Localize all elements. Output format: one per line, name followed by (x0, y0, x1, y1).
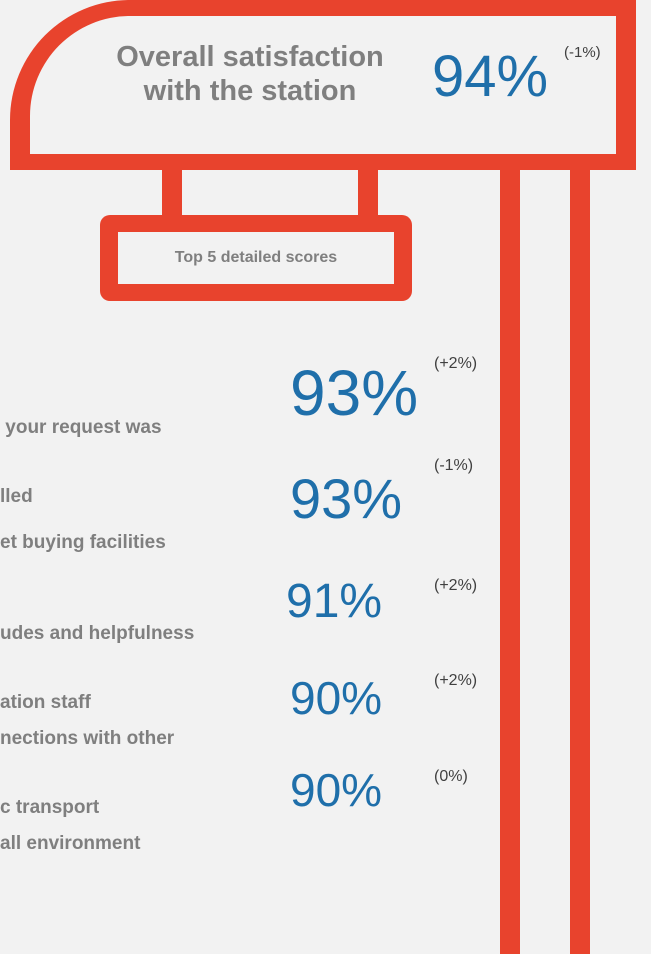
score-5-label: all environment (0, 833, 141, 854)
overall-satisfaction-value: 94% (432, 44, 549, 109)
overall-label-line1: Overall satisfaction (116, 41, 384, 73)
score-3-change: (+2%) (434, 577, 478, 594)
top-scores-title: Top 5 detailed scores (174, 249, 338, 266)
sign-pole-left (500, 160, 520, 954)
overall-label-line2: with the station (143, 75, 357, 107)
score-1-change: (+2%) (434, 355, 478, 372)
score-3-value: 91% (286, 575, 383, 628)
score-5-change: (0%) (434, 768, 468, 785)
score-2-value: 93% (290, 467, 403, 530)
sign-hanger-right (358, 160, 378, 220)
sign-hanger-left (162, 160, 182, 220)
sign-pole-right (570, 160, 590, 954)
score-2-change: (-1%) (434, 457, 474, 474)
score-4-change: (+2%) (434, 672, 478, 689)
score-5-value: 90% (290, 764, 383, 816)
score-2-label: et buying facilities (0, 532, 166, 553)
overall-satisfaction-change: (-1%) (564, 44, 601, 61)
score-1-value: 93% (290, 357, 419, 429)
score-4-value: 90% (290, 672, 383, 724)
overall-satisfaction-label: Overall satisfaction with the station (70, 40, 430, 108)
